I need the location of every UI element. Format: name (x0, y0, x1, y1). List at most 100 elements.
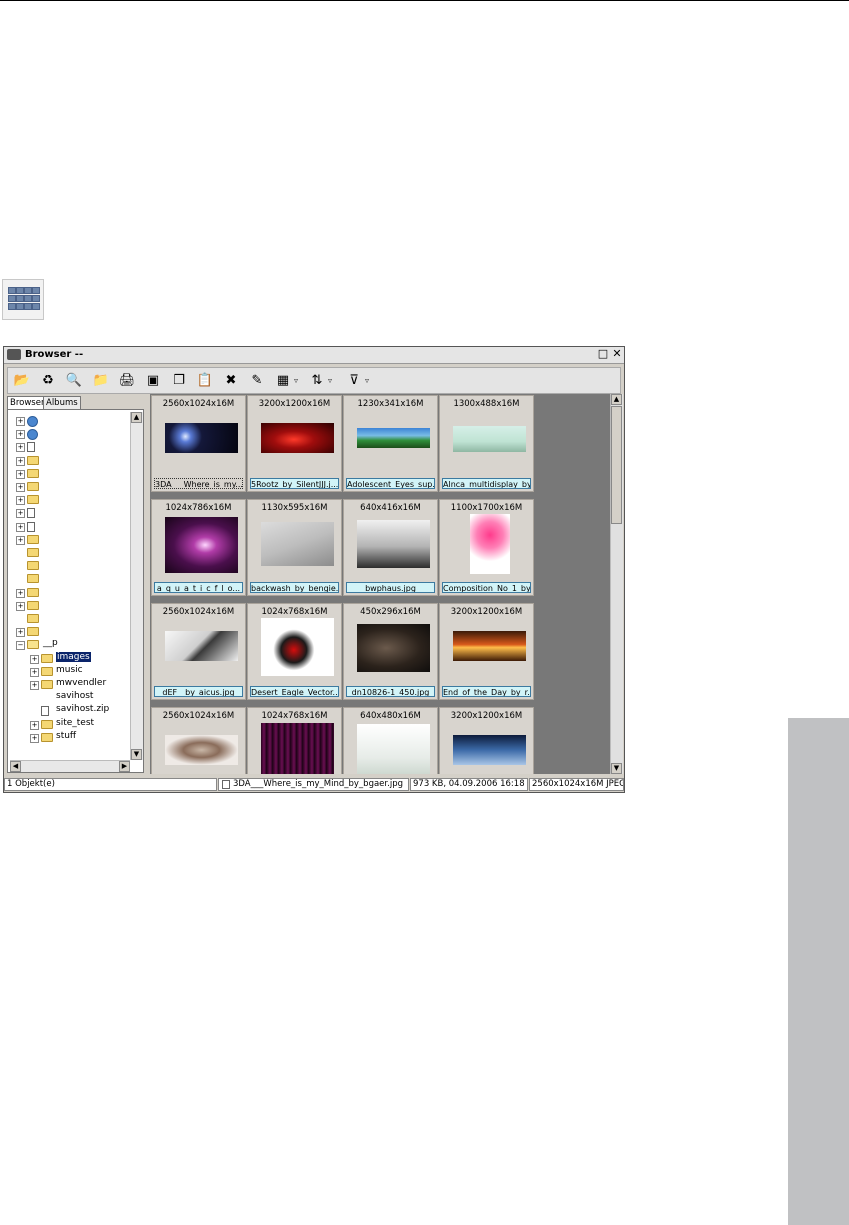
scroll-down-icon[interactable]: ▼ (131, 749, 142, 760)
tree-item-savihost[interactable]: savihost (56, 691, 93, 701)
expand-icon[interactable]: + (16, 483, 25, 492)
tree-item-savihost-zip[interactable]: savihost.zip (56, 704, 109, 714)
folder-icon[interactable]: 📁 (92, 372, 110, 390)
thumbnail-filename[interactable]: End_of_the_Day_by_r... (442, 686, 531, 697)
thumbnail-cell[interactable]: 1100x1700x16M Composition_No_1_by... (439, 499, 534, 596)
thumbnail-filename[interactable]: dn10826-1_450.jpg (346, 686, 435, 697)
edit-icon[interactable]: ✎ (248, 372, 266, 390)
print-icon[interactable]: 🖨 (118, 372, 136, 390)
dropdown-arrow-icon[interactable]: ▿ (328, 376, 332, 385)
tree-horizontal-scrollbar[interactable]: ◀ ▶ (10, 760, 130, 772)
tree-item-stuff[interactable]: stuff (56, 731, 76, 741)
sort-icon[interactable]: ⇅ (308, 372, 326, 390)
thumbnail-cell[interactable]: 1130x595x16M backwash_by_bengie... (247, 499, 342, 596)
close-icon[interactable]: ✕ (611, 348, 623, 360)
thumbnail-cell[interactable]: 1024x786x16M a_q_u_a_t_i_c_f_l_o... (151, 499, 246, 596)
tree-vertical-scrollbar[interactable]: ▲ ▼ (130, 412, 143, 760)
thumbnail-cell[interactable]: 3200x1200x16M End_of_the_Day_by_r... (439, 603, 534, 700)
paste-icon[interactable]: 📋 (196, 372, 214, 390)
expand-icon[interactable]: + (16, 535, 25, 545)
thumbnail-image[interactable] (165, 631, 238, 661)
thumbnail-image[interactable] (165, 517, 238, 573)
search-icon[interactable]: 🔍 (65, 372, 83, 390)
expand-icon[interactable]: + (16, 443, 25, 453)
scroll-right-icon[interactable]: ▶ (119, 761, 130, 772)
grid-scroll-thumb[interactable] (611, 406, 622, 524)
thumbnail-image[interactable] (261, 522, 334, 566)
thumbnail-cell[interactable]: 1230x341x16M Adolescent_Eyes_sup... (343, 395, 438, 492)
maximize-icon[interactable]: □ (597, 348, 609, 360)
tab-browser[interactable]: Browser (7, 396, 48, 409)
expand-icon[interactable]: + (16, 496, 25, 506)
tree-item-mwvendler[interactable]: mwvendler (56, 678, 106, 688)
scroll-left-icon[interactable]: ◀ (10, 761, 21, 772)
tree-item-root[interactable]: __p (43, 638, 58, 648)
thumbnail-image[interactable] (357, 428, 430, 448)
thumbnail-image[interactable] (165, 735, 238, 765)
dropdown-arrow-icon[interactable]: ▿ (294, 376, 298, 385)
expand-icon[interactable]: + (16, 430, 25, 440)
thumbnail-image[interactable] (357, 520, 430, 568)
expand-icon[interactable]: + (30, 667, 39, 677)
expand-icon[interactable]: + (16, 522, 25, 532)
thumbnail-image[interactable] (261, 723, 334, 774)
filter-icon[interactable]: ⊽ (345, 372, 363, 390)
thumbnail-cell[interactable]: 640x480x16M (343, 707, 438, 774)
tab-albums[interactable]: Albums (43, 396, 81, 409)
thumbnail-filename[interactable]: Adolescent_Eyes_sup... (346, 478, 435, 489)
collapse-icon[interactable]: − (16, 641, 25, 651)
thumbnail-cell[interactable]: 3200x1200x16M 5Rootz_by_SilentJJJ.j... (247, 395, 342, 492)
expand-icon[interactable]: + (16, 417, 25, 426)
thumbnail-filename[interactable]: 3DA___Where_is_my... (154, 478, 243, 489)
open-folder-icon[interactable]: 📂 (13, 372, 31, 390)
thumbnail-cell[interactable]: 450x296x16M dn10826-1_450.jpg (343, 603, 438, 700)
thumbnail-image[interactable] (261, 618, 334, 676)
tree-item-images[interactable]: images (56, 651, 91, 662)
expand-icon[interactable]: + (16, 469, 25, 479)
copy-icon[interactable]: ❐ (170, 372, 188, 390)
thumbnail-image[interactable] (357, 724, 430, 774)
grid-scroll-up-icon[interactable]: ▲ (611, 394, 622, 405)
scroll-up-icon[interactable]: ▲ (131, 412, 142, 423)
grid-vertical-scrollbar[interactable]: ▲ ▼ (610, 394, 623, 774)
thumbnail-cell[interactable]: 1024x768x16M Desert_Eagle_Vector... (247, 603, 342, 700)
expand-icon[interactable]: + (16, 588, 25, 598)
expand-icon[interactable]: + (16, 456, 25, 466)
grid-scroll-down-icon[interactable]: ▼ (611, 763, 622, 774)
dropdown-arrow-icon[interactable]: ▿ (365, 376, 369, 385)
thumbnail-image[interactable] (261, 423, 334, 453)
tree-item-music[interactable]: music (56, 665, 83, 675)
thumbnail-image[interactable] (453, 426, 526, 452)
thumbnail-filename[interactable]: a_q_u_a_t_i_c_f_l_o... (154, 582, 243, 593)
slideshow-icon[interactable]: ▣ (144, 372, 162, 390)
thumbnail-image[interactable] (357, 624, 430, 672)
thumbnail-image[interactable] (453, 735, 526, 765)
thumbnail-cell[interactable]: 2560x1024x16M 3DA___Where_is_my... (151, 395, 246, 492)
expand-icon[interactable]: + (30, 733, 39, 743)
thumbnail-cell[interactable]: 640x416x16M bwphaus.jpg (343, 499, 438, 596)
thumbnail-image[interactable] (165, 423, 238, 453)
thumbnail-image[interactable] (470, 514, 510, 574)
thumbnail-cell[interactable]: 3200x1200x16M (439, 707, 534, 774)
expand-icon[interactable]: + (16, 628, 25, 638)
expand-icon[interactable]: + (16, 509, 25, 519)
expand-icon[interactable]: + (30, 720, 39, 730)
thumbnail-cell[interactable]: 2560x1024x16M dEF__by_aicus.jpg (151, 603, 246, 700)
thumbnail-cell[interactable]: 1300x488x16M Alnca_multidisplay_by... (439, 395, 534, 492)
expand-icon[interactable]: + (30, 681, 39, 690)
view-mode-icon[interactable]: ▦ (274, 372, 292, 390)
thumbnail-filename[interactable]: 5Rootz_by_SilentJJJ.j... (250, 478, 339, 489)
tree-item-site-test[interactable]: site_test (56, 718, 94, 728)
thumbnail-image[interactable] (453, 631, 526, 661)
refresh-icon[interactable]: ♻ (39, 372, 57, 390)
thumbnail-cell[interactable]: 1024x768x16M (247, 707, 342, 774)
expand-icon[interactable]: + (30, 654, 39, 664)
thumbnail-filename[interactable]: dEF__by_aicus.jpg (154, 686, 243, 697)
thumbnail-cell[interactable]: 2560x1024x16M (151, 707, 246, 774)
delete-icon[interactable]: ✖ (222, 372, 240, 390)
thumbnail-filename[interactable]: bwphaus.jpg (346, 582, 435, 593)
thumbnail-filename[interactable]: Composition_No_1_by... (442, 582, 531, 593)
thumbnail-filename[interactable]: Alnca_multidisplay_by... (442, 478, 531, 489)
expand-icon[interactable]: + (16, 601, 25, 611)
thumbnail-filename[interactable]: backwash_by_bengie... (250, 582, 339, 593)
